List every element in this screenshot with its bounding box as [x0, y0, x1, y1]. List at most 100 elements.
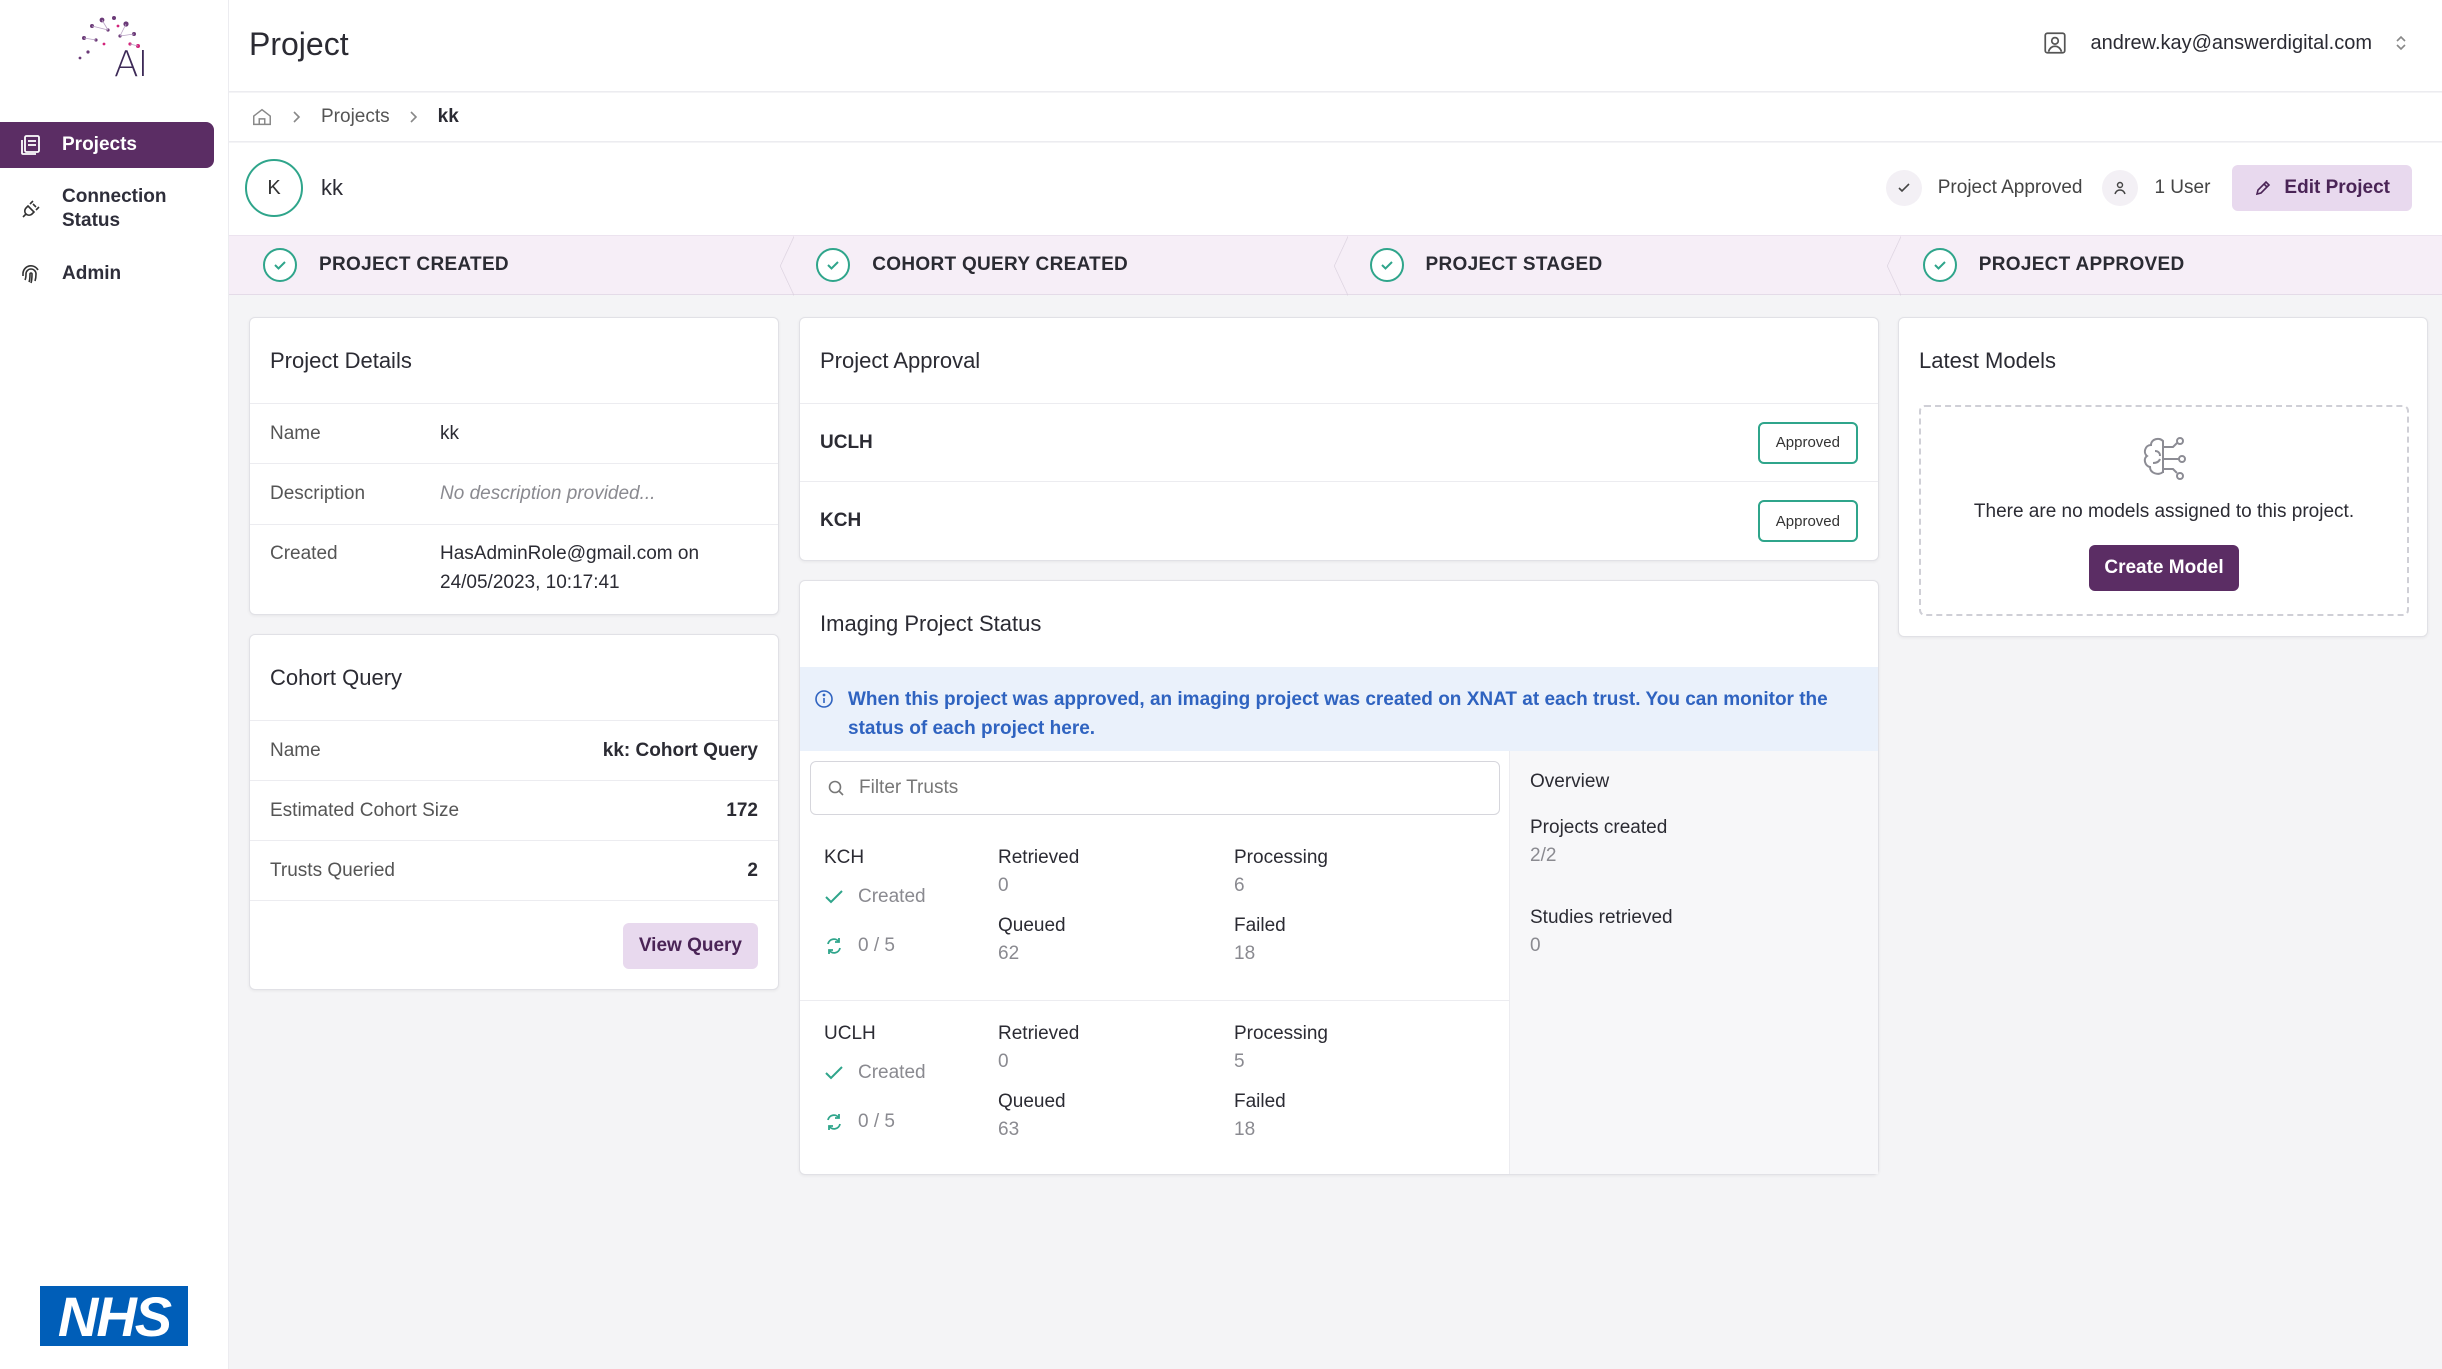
- step-label: PROJECT STAGED: [1425, 254, 1603, 275]
- trust-list: KCH Created 0 / 5 Retrieved: [800, 751, 1510, 1174]
- overview-panel: Overview Projects created 2/2 Studies re…: [1510, 751, 1878, 1174]
- sidebar-item-admin[interactable]: Admin: [0, 256, 214, 292]
- user-email: andrew.kay@answerdigital.com: [2090, 31, 2372, 54]
- cohort-value: kk: Cohort Query: [602, 739, 758, 761]
- step-project-staged: PROJECT STAGED: [1333, 236, 1889, 296]
- detail-value: kk: [440, 422, 459, 444]
- sidebar-item-projects[interactable]: Projects: [0, 122, 214, 168]
- project-status: Project Approved: [1937, 177, 2083, 198]
- trust-name: KCH: [824, 847, 865, 868]
- view-query-button[interactable]: View Query: [622, 923, 758, 969]
- overview-label: Studies retrieved: [1530, 907, 1673, 928]
- breadcrumb-projects[interactable]: Projects: [321, 106, 390, 128]
- info-text: When this project was approved, an imagi…: [848, 689, 1828, 739]
- cohort-value: 2: [747, 859, 758, 881]
- cohort-label: Name: [270, 739, 321, 761]
- card-title: Project Details: [250, 318, 778, 404]
- approval-trust: UCLH: [820, 431, 873, 453]
- search-icon: [827, 779, 845, 797]
- overview-label: Projects created: [1530, 817, 1668, 838]
- chevron-up-down-icon: [2394, 34, 2408, 52]
- project-avatar: K: [245, 159, 303, 217]
- card-title: Latest Models: [1919, 348, 2056, 373]
- stat-label: Queued: [998, 915, 1066, 936]
- cohort-label: Trusts Queried: [270, 859, 395, 881]
- overview-value: 2/2: [1530, 845, 1557, 866]
- trust-created-status: Created: [824, 886, 926, 908]
- stat-label: Retrieved: [998, 1023, 1080, 1044]
- stat-value: 63: [998, 1119, 1020, 1140]
- step-label: COHORT QUERY CREATED: [872, 254, 1129, 275]
- page-title: Project: [249, 26, 349, 62]
- cohort-value: 172: [726, 799, 758, 821]
- imaging-status-body: KCH Created 0 / 5 Retrieved: [800, 751, 1878, 1174]
- sidebar-item-connection-status[interactable]: Connection Status: [0, 184, 214, 234]
- home-icon[interactable]: [251, 106, 273, 128]
- overview-projects-created: Projects created 2/2: [1530, 817, 1858, 867]
- approved-badge[interactable]: Approved: [1757, 421, 1858, 464]
- user-icon: [2042, 30, 2068, 56]
- detail-row-name: Name kk: [250, 404, 778, 464]
- pencil-icon: [2254, 179, 2272, 197]
- created-by: HasAdminRole@gmail.com: [440, 543, 673, 564]
- chevron-right-icon: [291, 110, 303, 124]
- cohort-row: Estimated Cohort Size 172: [250, 781, 778, 841]
- sidebar-item-label: Projects: [62, 134, 137, 155]
- overview-title: Overview: [1530, 771, 1610, 792]
- imaging-project-status-card: Imaging Project Status When this project…: [799, 580, 1879, 1175]
- latest-models-card: Latest Models There are no models assign…: [1898, 317, 2428, 637]
- create-model-button[interactable]: Create Model: [2089, 545, 2239, 591]
- step-project-approved: PROJECT APPROVED: [1886, 236, 2442, 296]
- sync-icon: [824, 1112, 844, 1132]
- trust-status-row: KCH Created 0 / 5 Retrieved 0 Processing…: [800, 825, 1510, 1001]
- created-label: Created: [858, 886, 926, 907]
- progress-count: 0 / 5: [858, 1111, 895, 1132]
- project-header: K kk Project Approved 1 User Edit Projec…: [229, 143, 2442, 235]
- stat-value: 18: [1234, 1119, 1256, 1140]
- app-logo[interactable]: AI: [74, 14, 158, 86]
- approved-badge[interactable]: Approved: [1757, 500, 1858, 542]
- top-bar: Project andrew.kay@answerdigital.com: [229, 0, 2442, 92]
- detail-label: Created: [270, 543, 338, 564]
- progress-stepper: PROJECT CREATED COHORT QUERY CREATED PRO…: [229, 235, 2442, 296]
- created-at: 24/05/2023, 10:17:41: [440, 572, 620, 593]
- overview-studies-retrieved: Studies retrieved 0: [1530, 907, 1858, 957]
- filter-trusts-input[interactable]: [859, 777, 1459, 799]
- cohort-query-card: Cohort Query Name kk: Cohort Query Estim…: [249, 634, 779, 990]
- stat-label: Retrieved: [998, 847, 1080, 868]
- breadcrumb-current: kk: [437, 106, 459, 127]
- chevron-right-icon: [408, 110, 420, 124]
- sidebar-item-label: Admin: [62, 263, 122, 284]
- edit-project-button[interactable]: Edit Project: [2232, 165, 2412, 211]
- trust-progress: 0 / 5: [824, 1111, 895, 1133]
- check-circle-icon: [263, 248, 297, 282]
- filter-trusts-field[interactable]: [810, 761, 1500, 815]
- user-menu[interactable]: andrew.kay@answerdigital.com: [2042, 30, 2408, 56]
- brain-circuit-icon: [2135, 431, 2193, 489]
- sidebar-item-label: Connection Status: [62, 186, 167, 231]
- step-label: PROJECT APPROVED: [1978, 254, 2185, 275]
- project-approval-card: Project Approval UCLH Approved KCH Appro…: [799, 317, 1879, 561]
- models-empty-state: There are no models assigned to this pro…: [1919, 405, 2409, 616]
- stat-value: 62: [998, 943, 1020, 964]
- info-icon: [814, 689, 834, 751]
- created-on-word: on: [677, 543, 700, 564]
- trust-created-status: Created: [824, 1062, 926, 1084]
- stat-value: 18: [1234, 943, 1256, 964]
- sidebar: AI Projects Connection Status Admin NHS: [0, 0, 229, 1369]
- detail-row-description: Description No description provided...: [250, 464, 778, 525]
- stat-failed: Failed 18: [1234, 915, 1286, 965]
- plug-icon: [0, 197, 62, 221]
- fingerprint-icon: [0, 262, 62, 286]
- stat-failed: Failed 18: [1234, 1091, 1286, 1141]
- card-title: Project Approval: [800, 318, 1878, 404]
- progress-count: 0 / 5: [858, 935, 895, 956]
- stat-label: Processing: [1234, 1023, 1328, 1044]
- stat-value: 0: [998, 875, 1009, 896]
- breadcrumb: Projects kk: [229, 93, 2442, 142]
- project-details-card: Project Details Name kk Description No d…: [249, 317, 779, 615]
- models-empty-message: There are no models assigned to this pro…: [1973, 501, 2355, 522]
- trust-name: UCLH: [824, 1023, 876, 1044]
- approval-row: UCLH Approved: [800, 404, 1878, 482]
- step-project-created: PROJECT CREATED: [229, 236, 782, 294]
